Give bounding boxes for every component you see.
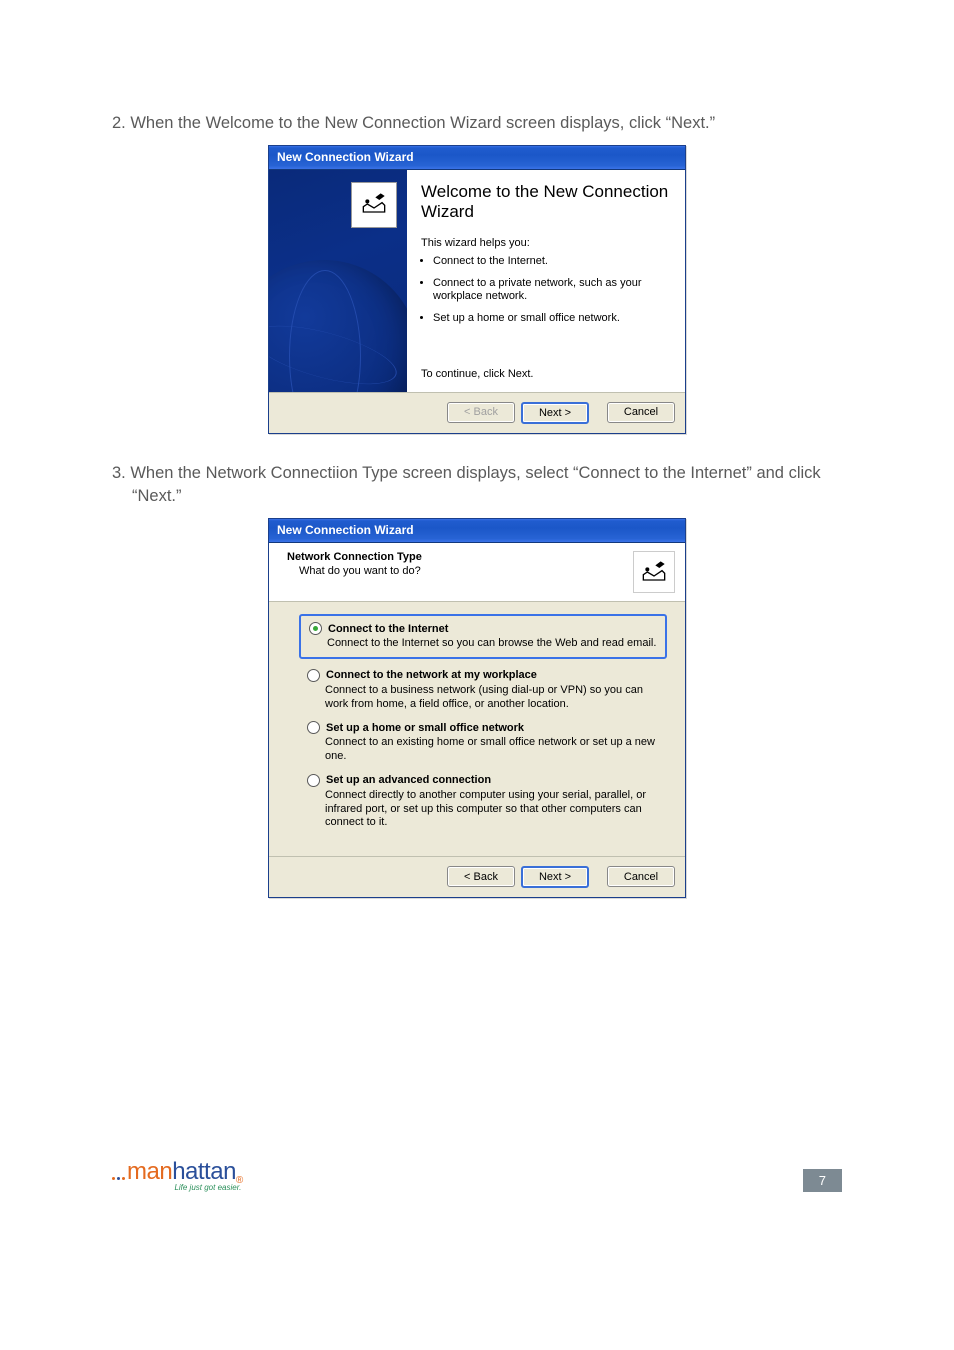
option-label: Set up a home or small office network (326, 722, 524, 734)
option-desc: Connect directly to another computer usi… (307, 789, 659, 830)
dialog-connection-type: New Connection Wizard Network Connection… (268, 518, 686, 898)
connection-icon (351, 182, 397, 228)
option-advanced[interactable]: Set up an advanced connection Connect di… (307, 774, 659, 830)
step-2-text: 2. When the Welcome to the New Connectio… (128, 112, 846, 135)
radio-icon[interactable] (307, 774, 320, 787)
cancel-button[interactable]: Cancel (607, 866, 675, 887)
option-label: Set up an advanced connection (326, 774, 491, 786)
page-number: 7 (803, 1169, 842, 1192)
option-desc: Connect to the Internet so you can brows… (309, 637, 657, 651)
radio-icon[interactable] (309, 622, 322, 635)
option-label: Connect to the Internet (328, 623, 448, 635)
wizard-bullets: Connect to the Internet. Connect to a pr… (421, 255, 669, 334)
option-desc: Connect to an existing home or small off… (307, 736, 659, 764)
option-home-office[interactable]: Set up a home or small office network Co… (307, 721, 659, 764)
manhattan-logo: manhattan® Life just got easier. (112, 1158, 243, 1192)
wizard-heading: Welcome to the New Connection Wizard (421, 182, 669, 223)
wizard-side-graphic (269, 170, 407, 392)
wizard-subtext: This wizard helps you: (421, 237, 669, 249)
radio-icon[interactable] (307, 721, 320, 734)
step-3-text: 3. When the Network Connectiion Type scr… (128, 462, 846, 508)
dialog-titlebar: New Connection Wizard (269, 146, 685, 170)
dialog-welcome: New Connection Wizard Welcome to the New… (268, 145, 686, 434)
page-footer: manhattan® Life just got easier. 7 (108, 1158, 846, 1192)
radio-icon[interactable] (307, 669, 320, 682)
next-button[interactable]: Next > (521, 866, 589, 888)
back-button[interactable]: < Back (447, 866, 515, 887)
dialog-button-row: < Back Next > Cancel (269, 856, 685, 897)
next-button[interactable]: Next > (521, 402, 589, 424)
dialog-header-subtitle: What do you want to do? (287, 565, 422, 577)
wizard-continue-text: To continue, click Next. (421, 338, 669, 384)
dialog-titlebar: New Connection Wizard (269, 519, 685, 543)
dialog-button-row: < Back Next > Cancel (269, 392, 685, 433)
cancel-button[interactable]: Cancel (607, 402, 675, 423)
option-desc: Connect to a business network (using dia… (307, 684, 659, 712)
option-connect-internet[interactable]: Connect to the Internet Connect to the I… (299, 614, 667, 659)
option-label: Connect to the network at my workplace (326, 669, 537, 681)
option-connect-workplace[interactable]: Connect to the network at my workplace C… (307, 669, 659, 712)
connection-icon (633, 551, 675, 593)
dialog-header-title: Network Connection Type (287, 551, 422, 563)
back-button: < Back (447, 402, 515, 423)
